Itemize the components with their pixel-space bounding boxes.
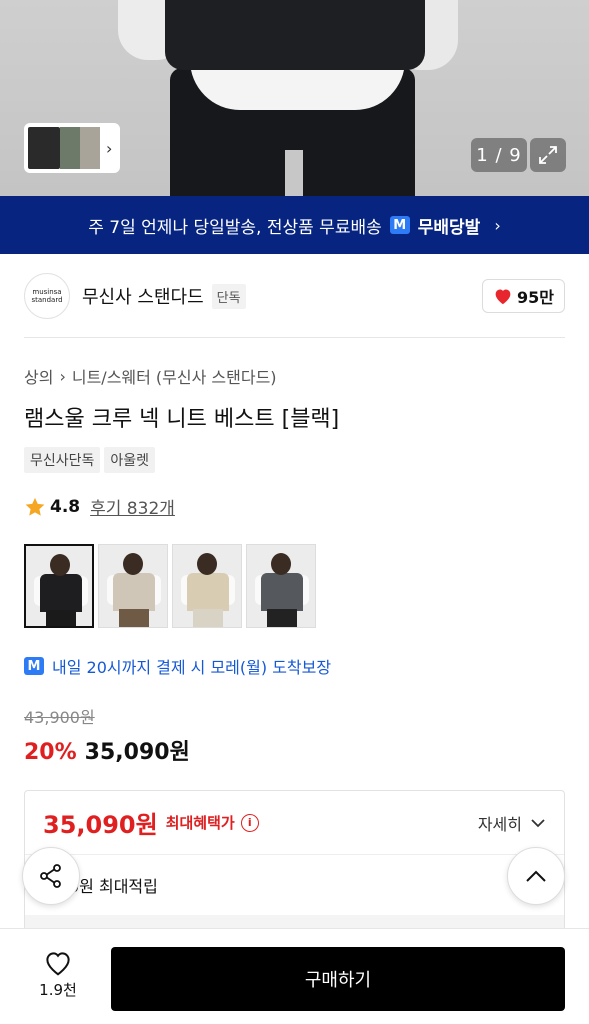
chevron-down-icon <box>531 818 545 827</box>
banner-text: 주 7일 언제나 당일발송, 전상품 무료배송 <box>88 217 382 238</box>
thumbnail-2 <box>60 127 80 169</box>
brand-logo-line1: musinsa <box>32 288 62 296</box>
chevron-right-icon: › <box>494 215 501 235</box>
exclusive-badge: 단독 <box>211 283 246 309</box>
model-leg-gap <box>285 150 303 196</box>
share-icon <box>40 864 61 888</box>
brand-row: musinsa standard 무신사 스탠다드 단독 95만 <box>24 272 565 320</box>
m-badge-icon: M <box>389 216 410 234</box>
price-row: 20% 35,090원 <box>24 734 190 766</box>
free-shipping-banner[interactable]: 주 7일 언제나 당일발송, 전상품 무료배송 M 무배당발 › <box>0 196 589 254</box>
breadcrumb-subcategory[interactable]: 니트/스웨터 (무신사 스탠다드) <box>72 364 277 388</box>
chevron-right-icon: › <box>106 138 113 158</box>
share-button[interactable] <box>22 847 80 905</box>
product-tags: 무신사단독 아울렛 <box>24 447 156 473</box>
divider <box>24 337 565 338</box>
color-swatches <box>24 544 316 628</box>
expand-button[interactable] <box>530 138 566 172</box>
product-title: 램스울 크루 넥 니트 베스트 [블랙] <box>24 407 340 432</box>
product-hero-image[interactable]: › 1 / 9 <box>0 0 589 196</box>
swatch-head <box>50 554 70 576</box>
brand-like-button[interactable]: 95만 <box>482 279 565 313</box>
wishlist-button[interactable]: 1.9천 <box>24 949 92 1000</box>
swatch-head <box>271 553 291 575</box>
breadcrumb: 상의 › 니트/스웨터 (무신사 스탠다드) <box>24 364 277 388</box>
discount-rate: 20% <box>24 740 77 765</box>
chevron-right-icon: › <box>59 366 66 386</box>
model-vest <box>165 0 425 70</box>
banner-brand: 무배당발 <box>417 217 481 238</box>
info-icon[interactable]: i <box>240 813 259 832</box>
swatch-legs <box>193 609 223 627</box>
brand-name[interactable]: 무신사 스탠다드 <box>82 283 204 309</box>
color-swatch-1[interactable] <box>24 544 94 628</box>
brand-like-count: 95만 <box>517 288 554 307</box>
review-link[interactable]: 후기 832개 <box>90 494 175 519</box>
swatch-garment <box>113 573 155 611</box>
brand-logo[interactable]: musinsa standard <box>24 273 70 319</box>
color-swatch-2[interactable] <box>98 544 168 628</box>
delivery-text: 내일 20시까지 결제 시 모레(월) 도착보장 <box>52 658 332 677</box>
benefit-price: 35,090원 <box>43 811 158 839</box>
chevron-up-icon <box>526 870 546 882</box>
expand-icon <box>539 146 557 164</box>
swatch-head <box>123 553 143 575</box>
benefit-label: 최대혜택가 <box>165 814 235 832</box>
product-tag: 아울렛 <box>104 447 156 473</box>
swatch-legs <box>267 609 297 627</box>
swatch-garment <box>261 573 303 611</box>
color-swatch-3[interactable] <box>172 544 242 628</box>
image-counter: 1 / 9 <box>471 138 527 172</box>
scroll-top-button[interactable] <box>507 847 565 905</box>
delivery-guarantee: M 내일 20시까지 결제 시 모레(월) 도착보장 <box>24 654 331 678</box>
image-thumbnail-strip[interactable]: › <box>24 123 120 173</box>
original-price: 43,900원 <box>24 708 95 727</box>
heart-outline-icon <box>46 952 70 976</box>
breadcrumb-category[interactable]: 상의 <box>24 364 53 388</box>
swatch-garment <box>187 573 229 611</box>
heart-icon <box>495 289 511 305</box>
m-badge-icon: M <box>24 657 44 675</box>
wishlist-count: 1.9천 <box>39 981 77 999</box>
sale-price: 35,090원 <box>84 740 190 765</box>
rating-score: 4.8 <box>50 496 81 517</box>
thumbnail-3 <box>80 127 100 169</box>
benefit-detail-toggle[interactable]: 자세히 <box>478 811 546 835</box>
star-icon <box>25 497 45 516</box>
swatch-head <box>197 553 217 575</box>
benefit-header: 35,090원 최대혜택가 i 자세히 <box>25 791 564 855</box>
swatch-garment <box>40 574 82 612</box>
swatch-legs <box>46 610 76 626</box>
max-benefit-box: 35,090원 최대혜택가 i 자세히 0원 최대적립 <box>24 790 565 941</box>
thumbnail-1 <box>28 127 60 169</box>
points-text: 0원 최대적립 <box>69 877 158 896</box>
swatch-legs <box>119 609 149 627</box>
detail-label: 자세히 <box>477 814 522 834</box>
brand-logo-line2: standard <box>31 296 63 304</box>
color-swatch-4[interactable] <box>246 544 316 628</box>
rating-row: 4.8 후기 832개 <box>24 494 175 519</box>
bottom-action-bar: 1.9천 구매하기 <box>0 928 589 1024</box>
points-row: 0원 최대적립 <box>25 855 564 915</box>
buy-button[interactable]: 구매하기 <box>111 947 565 1011</box>
product-tag: 무신사단독 <box>24 447 101 473</box>
